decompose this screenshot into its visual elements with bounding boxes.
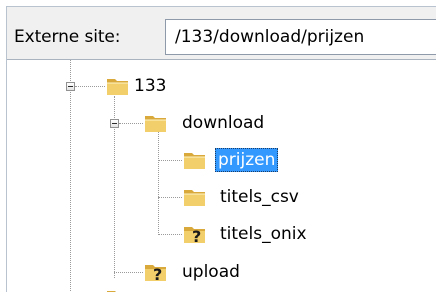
tree-line xyxy=(75,86,105,87)
tree-node-prijzen[interactable]: prijzen xyxy=(182,147,302,173)
tree-node-upload[interactable]: ? upload xyxy=(143,259,263,285)
tree-node-label: download xyxy=(182,113,265,133)
tree-line xyxy=(158,234,182,235)
tree-node-label: upload xyxy=(182,262,240,282)
tree-line xyxy=(158,160,182,161)
remote-path-bar: Externe site: xyxy=(7,7,436,59)
folder-icon xyxy=(184,153,205,169)
collapse-toggle-133[interactable] xyxy=(66,82,75,91)
folder-icon xyxy=(145,116,166,132)
tree-node-titels-csv[interactable]: titels_csv xyxy=(182,184,322,210)
tree-node-download[interactable]: download xyxy=(143,110,313,136)
tree-node-label: titels_onix xyxy=(220,224,307,244)
svg-text:?: ? xyxy=(192,227,201,245)
remote-site-label: Externe site: xyxy=(14,27,121,47)
svg-text:?: ? xyxy=(153,265,162,283)
tree-node-titels-onix[interactable]: ? titels_onix xyxy=(182,221,332,247)
tree-node-label: titels_csv xyxy=(220,187,299,207)
tree-line xyxy=(158,197,182,198)
tree-line xyxy=(70,60,71,292)
unknown-folder-icon: ? xyxy=(184,227,205,245)
unknown-folder-icon: ? xyxy=(145,265,166,283)
remote-directory-tree[interactable]: 133 download prijzen titels_csv ? titels… xyxy=(7,59,436,292)
tree-node-133[interactable]: 133 xyxy=(105,73,225,99)
collapse-toggle-download[interactable] xyxy=(110,119,119,128)
tree-line xyxy=(158,130,159,235)
folder-icon xyxy=(107,291,116,292)
tree-line xyxy=(114,272,143,273)
tree-node-label: prijzen xyxy=(215,148,279,172)
folder-icon xyxy=(184,190,205,206)
folder-icon xyxy=(107,79,128,95)
tree-line xyxy=(119,123,143,124)
remote-path-input[interactable] xyxy=(165,19,436,55)
remote-site-panel: Externe site: 133 xyxy=(6,6,436,292)
tree-node-label: 133 xyxy=(134,76,167,96)
